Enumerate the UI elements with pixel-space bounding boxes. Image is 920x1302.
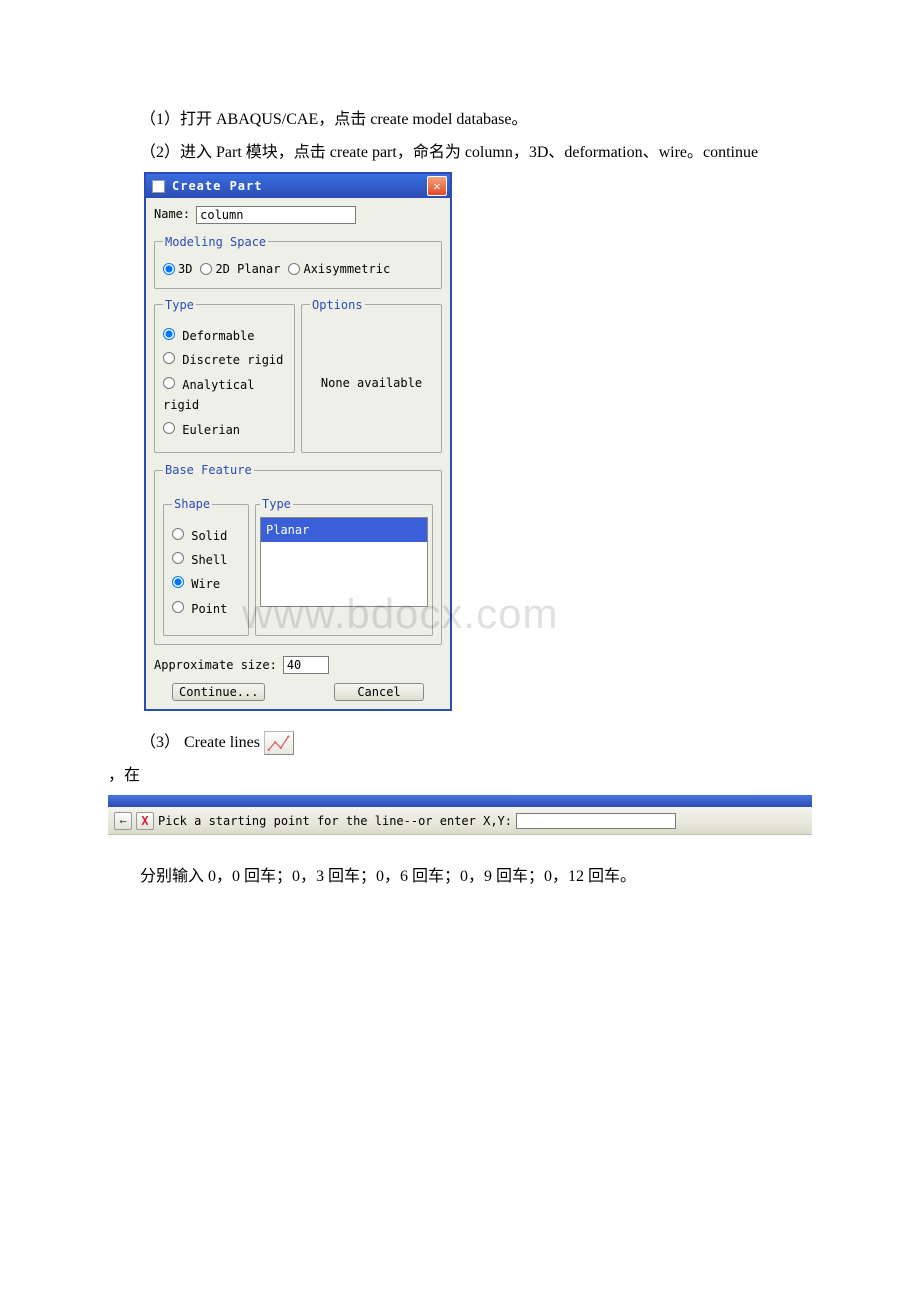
dialog-titlebar: Create Part ✕ xyxy=(146,174,450,198)
app-icon xyxy=(152,180,165,193)
radio-discrete-label: Discrete rigid xyxy=(182,353,283,367)
radio-shell-input[interactable] xyxy=(172,552,184,564)
radio-deformable-input[interactable] xyxy=(163,328,175,340)
options-text: None available xyxy=(321,373,422,393)
radio-eulerian-input[interactable] xyxy=(163,422,175,434)
radio-point-input[interactable] xyxy=(172,601,184,613)
x-icon: X xyxy=(141,815,148,827)
paragraph-3: （3） Create lines xyxy=(140,729,812,756)
radio-solid-input[interactable] xyxy=(172,528,184,540)
radio-wire-label: Wire xyxy=(191,577,220,591)
options-group: Options None available xyxy=(301,295,442,453)
back-button[interactable]: ← xyxy=(114,812,132,830)
prompt-bar-header xyxy=(108,795,812,807)
base-feature-legend: Base Feature xyxy=(163,460,254,480)
type-group: Type Deformable Discrete rigid Analytica… xyxy=(154,295,295,453)
radio-discrete-rigid[interactable]: Discrete rigid xyxy=(163,350,283,370)
radio-2d-planar[interactable]: 2D Planar xyxy=(200,259,280,279)
radio-wire-input[interactable] xyxy=(172,576,184,588)
shape-group: Shape Solid Shell Wire Point xyxy=(163,494,249,635)
prompt-text: Pick a starting point for the line--or e… xyxy=(158,811,512,831)
radio-analytical-input[interactable] xyxy=(163,377,175,389)
radio-deformable[interactable]: Deformable xyxy=(163,326,254,346)
paragraph-5: 分别输入 0，0 回车；0，3 回车；0，6 回车；0，9 回车；0，12 回车… xyxy=(108,863,812,890)
paragraph-2: （2）进入 Part 模块，点击 create part，命名为 column，… xyxy=(108,139,812,166)
radio-eulerian[interactable]: Eulerian xyxy=(163,420,240,440)
radio-axi-input[interactable] xyxy=(288,263,300,275)
radio-point-label: Point xyxy=(191,602,227,616)
create-lines-icon[interactable] xyxy=(264,731,294,755)
close-icon[interactable]: ✕ xyxy=(427,176,447,196)
approximate-size-label: Approximate size: xyxy=(154,655,277,675)
paragraph-3-text: （3） Create lines xyxy=(140,729,260,756)
modeling-space-legend: Modeling Space xyxy=(163,232,268,252)
radio-wire[interactable]: Wire xyxy=(172,574,220,594)
part-name-input[interactable] xyxy=(196,206,356,224)
radio-shell[interactable]: Shell xyxy=(172,550,227,570)
modeling-space-group: Modeling Space 3D 2D Planar Axisymmetric xyxy=(154,232,442,289)
paragraph-4: ，在 xyxy=(108,762,812,789)
radio-2d-label: 2D Planar xyxy=(215,259,280,279)
create-part-dialog: Create Part ✕ Name: Modeling Space 3D 2D… xyxy=(144,172,452,711)
radio-3d-input[interactable] xyxy=(163,263,175,275)
radio-3d-label: 3D xyxy=(178,259,192,279)
radio-solid-label: Solid xyxy=(191,529,227,543)
paragraph-1: （1）打开 ABAQUS/CAE，点击 create model databas… xyxy=(108,106,812,133)
paragraph-2-text: （2）进入 Part 模块，点击 create part，命名为 column，… xyxy=(140,144,758,161)
shape-legend: Shape xyxy=(172,494,212,514)
radio-eulerian-label: Eulerian xyxy=(182,423,240,437)
radio-axisymmetric[interactable]: Axisymmetric xyxy=(288,259,390,279)
options-legend: Options xyxy=(310,295,365,315)
approximate-size-input[interactable] xyxy=(283,656,329,674)
radio-solid[interactable]: Solid xyxy=(172,526,227,546)
feature-type-group: Type Planar xyxy=(255,494,433,635)
feature-type-legend: Type xyxy=(260,494,293,514)
radio-shell-label: Shell xyxy=(191,553,227,567)
radio-point[interactable]: Point xyxy=(172,599,227,619)
cancel-button[interactable]: Cancel xyxy=(334,683,424,701)
radio-axi-label: Axisymmetric xyxy=(303,259,390,279)
coordinate-input[interactable] xyxy=(516,813,676,829)
cancel-x-button[interactable]: X xyxy=(136,812,154,830)
feature-type-list[interactable]: Planar xyxy=(260,517,428,607)
type-legend: Type xyxy=(163,295,196,315)
prompt-bar: ← X Pick a starting point for the line--… xyxy=(108,795,812,835)
list-item-planar[interactable]: Planar xyxy=(261,518,427,542)
radio-deformable-label: Deformable xyxy=(182,329,254,343)
radio-3d[interactable]: 3D xyxy=(163,259,192,279)
radio-analytical-rigid[interactable]: Analytical rigid xyxy=(163,375,286,416)
radio-analytical-label: Analytical rigid xyxy=(163,378,254,412)
arrow-left-icon: ← xyxy=(119,815,126,827)
dialog-body: Name: Modeling Space 3D 2D Planar Axisym… xyxy=(146,198,450,709)
name-label: Name: xyxy=(154,204,190,224)
radio-discrete-input[interactable] xyxy=(163,352,175,364)
continue-button[interactable]: Continue... xyxy=(172,683,265,701)
radio-2d-input[interactable] xyxy=(200,263,212,275)
dialog-title: Create Part xyxy=(172,176,427,196)
base-feature-group: Base Feature Shape Solid Shell Wire Poin… xyxy=(154,460,442,645)
